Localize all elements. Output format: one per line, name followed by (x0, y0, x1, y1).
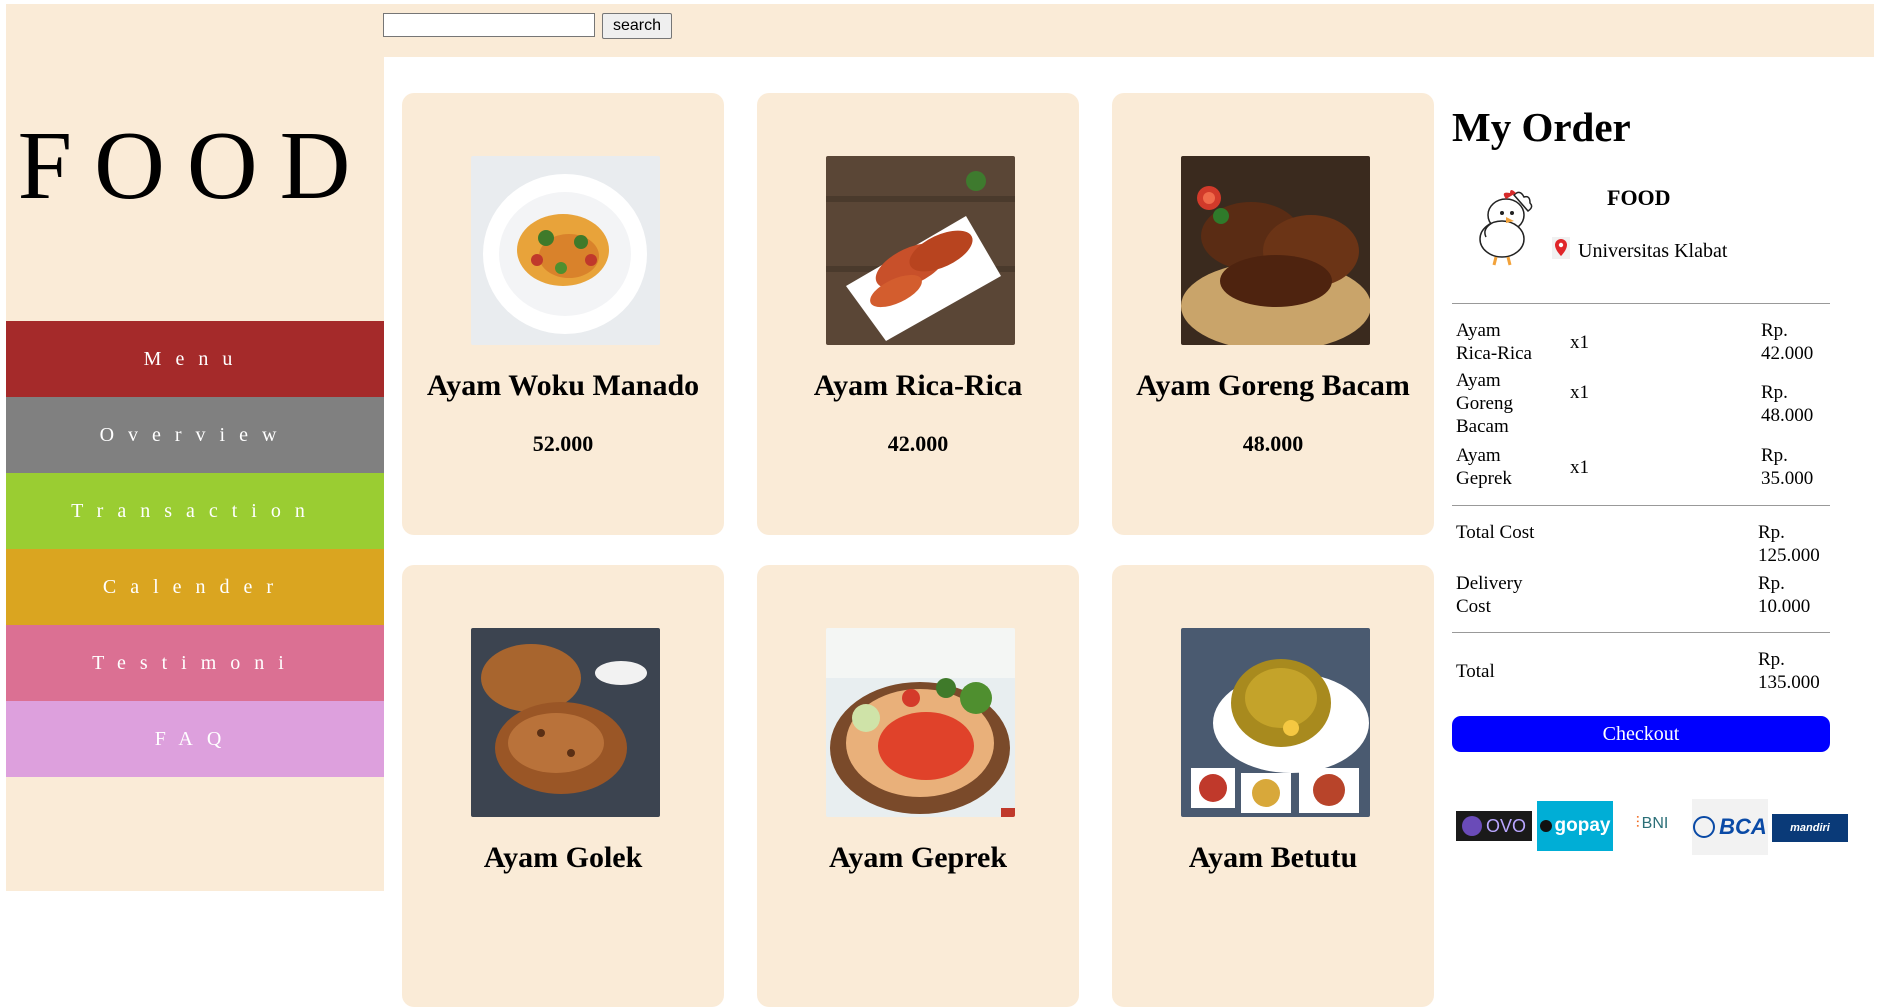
sidebar-item-transaction[interactable]: Transaction (6, 473, 384, 549)
bni-logo: ⫶ BNI (1617, 802, 1687, 846)
gopay-mark-icon (1539, 820, 1552, 832)
menu-item-name: Ayam Golek (483, 841, 643, 874)
menu-item-name: Ayam Woku Manado (426, 369, 700, 402)
menu-card[interactable]: Ayam Golek (402, 565, 724, 1007)
food-image-golek (471, 628, 660, 817)
menu-card[interactable]: Ayam Woku Manado 52.000 (402, 93, 724, 535)
sidebar-item-faq[interactable]: FAQ (6, 701, 384, 777)
delivery-cost-value: Rp. 10.000 (1758, 573, 1811, 617)
order-item-name: Ayam Goreng Bacam (1456, 370, 1513, 437)
menu-card[interactable]: Ayam Betutu (1112, 565, 1434, 1007)
shop-name: FOOD (1607, 185, 1671, 210)
total-cost-value: Rp. 125.000 (1758, 522, 1820, 566)
mandiri-label: mandiri (1790, 822, 1830, 834)
ovo-label: OVO (1485, 815, 1526, 836)
menu-item-price: 52.000 (532, 431, 594, 456)
grand-total-value: Rp. 135.000 (1758, 649, 1820, 693)
search-input[interactable] (383, 13, 595, 37)
order-item-price: Rp. 48.000 (1761, 382, 1814, 426)
sidebar-nav: Menu Overview Transaction Calender Testi… (6, 321, 384, 777)
menu-grid: Ayam Woku Manado 52.000 Ayam Rica-Rica 4… (384, 57, 1434, 1007)
menu-item-name: Ayam Rica-Rica (813, 369, 1023, 402)
bca-logo: BCA (1692, 799, 1768, 855)
bni-mark-icon: ⫶ (1635, 815, 1640, 832)
order-item-name: Ayam Rica-Rica (1456, 320, 1532, 364)
food-image-goreng-bacam (1181, 156, 1370, 345)
ovo-logo: OVO (1456, 811, 1532, 841)
order-item-price: Rp. 35.000 (1761, 445, 1814, 489)
food-image-woku (471, 156, 660, 345)
food-image-rica-rica (826, 156, 1015, 345)
menu-item-name: Ayam Goreng Bacam (1136, 369, 1410, 402)
menu-card[interactable]: Ayam Rica-Rica 42.000 (757, 93, 1079, 535)
location-pin-icon (1552, 237, 1570, 259)
sidebar: FOOD Menu Overview Transaction Calender … (6, 57, 384, 891)
order-item-price: Rp. 42.000 (1761, 320, 1814, 364)
checkout-button[interactable]: Checkout (1452, 716, 1830, 752)
gopay-logo: gopay (1537, 801, 1613, 851)
order-item-qty: x1 (1570, 382, 1589, 403)
order-item-name: Ayam Geprek (1456, 445, 1512, 489)
delivery-cost-label: Delivery Cost (1456, 573, 1523, 617)
menu-card[interactable]: Ayam Geprek (757, 565, 1079, 1007)
total-cost-label: Total Cost (1456, 522, 1535, 543)
menu-item-price: 48.000 (1242, 431, 1304, 456)
brand-logo-text: FOOD (17, 112, 373, 220)
ovo-mark-icon (1461, 816, 1482, 836)
divider (1452, 505, 1830, 506)
food-image-betutu (1181, 628, 1370, 817)
food-image-geprek (826, 628, 1015, 817)
sidebar-item-testimoni[interactable]: Testimoni (6, 625, 384, 701)
gopay-label: gopay (1554, 815, 1611, 836)
search-button[interactable]: search (602, 13, 672, 39)
menu-item-name: Ayam Betutu (1188, 841, 1358, 874)
order-panel: My Order FOOD Universitas Klabat Ayam Ri… (1452, 57, 1874, 891)
mandiri-logo: mandiri (1772, 814, 1848, 842)
sidebar-item-calender[interactable]: Calender (6, 549, 384, 625)
menu-item-price: 42.000 (887, 431, 949, 456)
bca-mark-icon (1693, 816, 1716, 838)
bca-label: BCA (1719, 814, 1767, 839)
sidebar-item-menu[interactable]: Menu (6, 321, 384, 397)
menu-card[interactable]: Ayam Goreng Bacam 48.000 (1112, 93, 1434, 535)
sidebar-item-overview[interactable]: Overview (6, 397, 384, 473)
menu-item-name: Ayam Geprek (828, 841, 1008, 874)
order-item-qty: x1 (1570, 332, 1589, 353)
order-title: My Order (1452, 104, 1631, 150)
grand-total-label: Total (1456, 661, 1495, 682)
order-item-qty: x1 (1570, 457, 1589, 478)
bni-label: BNI (1641, 815, 1669, 832)
divider (1452, 303, 1830, 304)
chicken-mascot-icon (1479, 190, 1533, 266)
top-bar (6, 4, 1874, 57)
shop-location: Universitas Klabat (1578, 240, 1728, 262)
divider (1452, 632, 1830, 633)
